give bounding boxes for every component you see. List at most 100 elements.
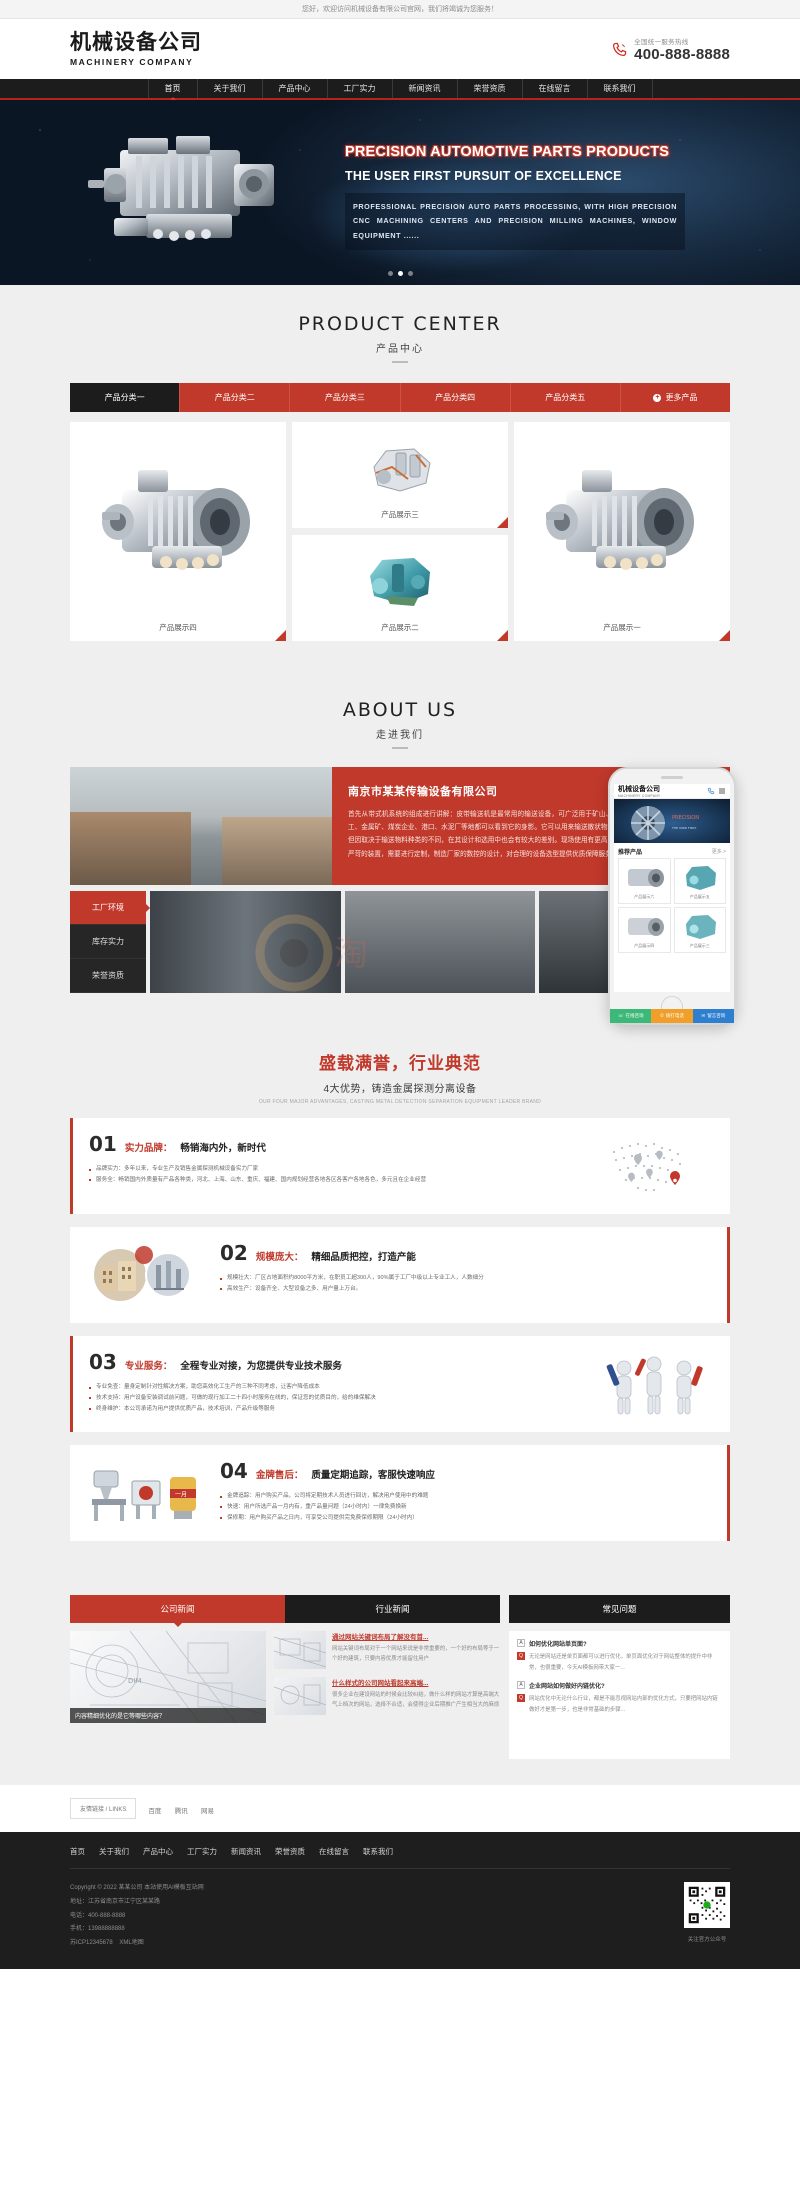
faq-question: 如何优化网站单页面? <box>529 1642 587 1648</box>
footer-nav-honors[interactable]: 荣誉资质 <box>275 1846 305 1857</box>
svg-text:一月: 一月 <box>175 1492 187 1499</box>
factory-tab-environment[interactable]: 工厂环境 <box>70 891 146 925</box>
footer-nav-factory[interactable]: 工厂实力 <box>187 1846 217 1857</box>
advantage-keyword: 专业服务： <box>124 1361 173 1372</box>
nav-item-about[interactable]: 关于我们 <box>198 79 263 98</box>
hamburger-menu-icon[interactable] <box>718 787 726 795</box>
nav-item-products[interactable]: 产品中心 <box>263 79 328 98</box>
advantages-title: 盛载满誉，行业典范 <box>319 1054 481 1073</box>
news-item[interactable]: 通过网站关键词布局了解没有首... 网站关键词布局对于一个网站来说是非常重要的，… <box>273 1631 500 1669</box>
nav-item-message[interactable]: 在线留言 <box>523 79 588 98</box>
hero-carousel-dots[interactable] <box>0 271 800 276</box>
factory-image[interactable] <box>344 891 536 993</box>
news-item[interactable]: 什么样式的公司网站看起来高端... 很多企业在建设网站的时候会比较纠结，做什么样… <box>273 1677 500 1715</box>
faq-entry[interactable]: A 企业网站如何做好内链优化? Q 网站优化中无论什么行业，都是不能忽视网站内部… <box>517 1681 722 1715</box>
product-tab-1[interactable]: 产品分类一 <box>70 383 181 412</box>
factory-tab-honors[interactable]: 荣誉资质 <box>70 959 146 993</box>
hero-dot-3[interactable] <box>407 271 413 276</box>
phone-call-icon[interactable] <box>707 787 715 795</box>
gearbox-thumb-icon <box>628 869 665 887</box>
news-tabs[interactable]: 公司新闻 行业新闻 <box>70 1595 500 1623</box>
product-tab-5[interactable]: 产品分类五 <box>511 383 621 412</box>
main-nav[interactable]: 首页 关于我们 产品中心 工厂实力 新闻资讯 荣誉资质 在线留言 联系我们 <box>0 79 800 100</box>
footer-nav-products[interactable]: 产品中心 <box>143 1846 173 1857</box>
nav-item-factory[interactable]: 工厂实力 <box>328 79 393 98</box>
news-feature-caption: 内容精细优化的是它等哪些内容？ <box>70 1708 266 1723</box>
qr-code-icon <box>684 1882 730 1928</box>
faq-answer: 无论是网站还是单页面都可以进行优化，单页面优化对于网站整体的提升中非常，也很重要… <box>529 1654 713 1671</box>
hero-dot-2[interactable] <box>397 271 403 276</box>
news-feature[interactable]: DIM 内容精细优化的是它等哪些内容？ <box>70 1631 266 1723</box>
phone-product-caption: 产品展示三 <box>689 943 710 948</box>
hotline-number: 400-888-8888 <box>634 45 730 63</box>
nav-item-home[interactable]: 首页 <box>147 79 198 98</box>
product-more-button[interactable]: + 更多产品 <box>621 383 730 412</box>
advantage-point: 终身维护：本公司承诺为用户提供优质产品，技术培训，产品升级等服务 <box>89 1404 580 1415</box>
phone-product-card[interactable]: 产品展示四 <box>618 906 671 953</box>
product-tab-2[interactable]: 产品分类二 <box>180 383 291 412</box>
product-caption: 产品展示三 <box>381 510 419 519</box>
product-card[interactable]: 产品展示四 <box>70 422 286 641</box>
factory-image[interactable] <box>150 891 341 993</box>
product-title-en: PRODUCT CENTER <box>298 313 502 335</box>
news-item-title[interactable]: 什么样式的公司网站看起来高端... <box>332 1677 500 1687</box>
phone-product-card[interactable]: 产品展示三 <box>673 906 726 953</box>
footer-nav-contact[interactable]: 联系我们 <box>363 1846 393 1857</box>
advantage-point: 专业免查：量身定制针对性解决方案，助您高效化工生产的三种不同考虑，让客户降低成本 <box>89 1382 580 1393</box>
footer-sitemap[interactable]: XML地图 <box>119 1940 143 1946</box>
news-thumb <box>273 1631 327 1669</box>
news-body: DIM 内容精细优化的是它等哪些内容？ 通过网站关键词布局了解没有首... 网站… <box>70 1631 500 1723</box>
phone-product-card[interactable]: 产品展示六 <box>618 857 671 904</box>
product-caption: 产品展示二 <box>381 622 419 632</box>
product-thumb <box>300 543 500 618</box>
faq-entry[interactable]: A 如何优化网站单页面? Q 无论是网站还是单页面都可以进行优化，单页面优化对于… <box>517 1639 722 1673</box>
product-tab-4[interactable]: 产品分类四 <box>401 383 511 412</box>
logo[interactable]: 机械设备公司 MACHINERY COMPANY <box>70 31 202 67</box>
phone-product-caption: 产品展示四 <box>634 943 655 948</box>
nav-item-news[interactable]: 新闻资讯 <box>393 79 458 98</box>
footer-nav-news[interactable]: 新闻资讯 <box>231 1846 261 1857</box>
topbar-welcome-text: 您好，欢迎访问机械设备有限公司官网，我们将竭诚为您服务！ <box>302 6 498 13</box>
product-category-tabs[interactable]: 产品分类一 产品分类二 产品分类三 产品分类四 产品分类五 + 更多产品 <box>70 383 730 412</box>
faq-tabs[interactable]: 常见问题 <box>509 1595 730 1623</box>
product-card[interactable]: 产品展示一 <box>514 422 730 641</box>
footer-mobile: 手机：13988888888 <box>70 1926 125 1933</box>
advantage-points: 金牌追踪：用户购买产品，公司将定期技术人员进行回访，解决用户使用中的难题 快速：… <box>220 1491 711 1524</box>
news-item-title[interactable]: 通过网站关键词布局了解没有首... <box>332 1631 500 1641</box>
news-row: 公司新闻 行业新闻 DIM 内容精细优化的是它等哪些内容？ 通过网站关键词布局了… <box>70 1595 730 1759</box>
product-tab-3[interactable]: 产品分类三 <box>290 383 401 412</box>
corner-marker <box>497 629 508 641</box>
footer-qr-caption: 关注官方公众号 <box>687 1937 727 1943</box>
hero-dot-1[interactable] <box>387 271 393 276</box>
faq-question-row[interactable]: A 如何优化网站单页面? <box>517 1639 722 1648</box>
factory-tab-inventory[interactable]: 库存实力 <box>70 925 146 959</box>
footer-icp[interactable]: 苏ICP12345678 <box>70 1940 113 1946</box>
phone-more-link[interactable]: 更多 > <box>712 848 726 855</box>
faq-question-row[interactable]: A 企业网站如何做好内链优化? <box>517 1681 722 1690</box>
friend-link-tencent[interactable]: 腾讯 <box>175 1808 188 1815</box>
footer-nav[interactable]: 首页 关于我们 产品中心 工厂实力 新闻资讯 荣誉资质 在线留言 联系我们 <box>70 1846 730 1869</box>
factory-tabs[interactable]: 工厂环境 库存实力 荣誉资质 <box>70 891 146 993</box>
phone-product-card[interactable]: 产品展示五 <box>673 857 726 904</box>
news-tab-industry[interactable]: 行业新闻 <box>285 1595 500 1623</box>
nav-item-honors[interactable]: 荣誉资质 <box>458 79 523 98</box>
faq-tab[interactable]: 常见问题 <box>509 1595 730 1623</box>
friend-link-baidu[interactable]: 百度 <box>148 1808 161 1815</box>
product-card[interactable]: 产品展示二 <box>292 534 508 641</box>
hero-text-block: PRECISION AUTOMOTIVE PARTS PRODUCTS THE … <box>345 144 685 251</box>
nav-item-contact[interactable]: 联系我们 <box>588 79 653 98</box>
svg-text:THE USER FIRST: THE USER FIRST <box>671 826 697 830</box>
faq-column: 常见问题 A 如何优化网站单页面? Q 无论是网站还是单页面都可以进行优化，单页… <box>509 1595 730 1759</box>
advantage-points: 规模壮大：厂区占地面积约8000平方米，在职员工超300人，90%属于工厂中级以… <box>220 1273 711 1295</box>
advantage-point: 金牌追踪：用户购买产品，公司将定期技术人员进行回访，解决用户使用中的难题 <box>220 1491 711 1502</box>
footer-nav-message[interactable]: 在线留言 <box>319 1846 349 1857</box>
product-card[interactable]: 产品展示三 <box>292 422 508 528</box>
product-thumb <box>78 430 278 618</box>
footer-nav-about[interactable]: 关于我们 <box>99 1846 129 1857</box>
plus-icon: + <box>653 393 662 402</box>
news-tab-company[interactable]: 公司新闻 <box>70 1595 285 1623</box>
advantage-item: 03 专业服务： 全程专业对接，为您提供专业技术服务 专业免查：量身定制针对性解… <box>70 1336 730 1432</box>
friend-link-netease[interactable]: 网易 <box>201 1808 214 1815</box>
footer-body: Copyright © 2022 某某公司 本站使用AI模板互站网 地址：江苏省… <box>70 1882 730 1951</box>
footer-nav-home[interactable]: 首页 <box>70 1846 85 1857</box>
